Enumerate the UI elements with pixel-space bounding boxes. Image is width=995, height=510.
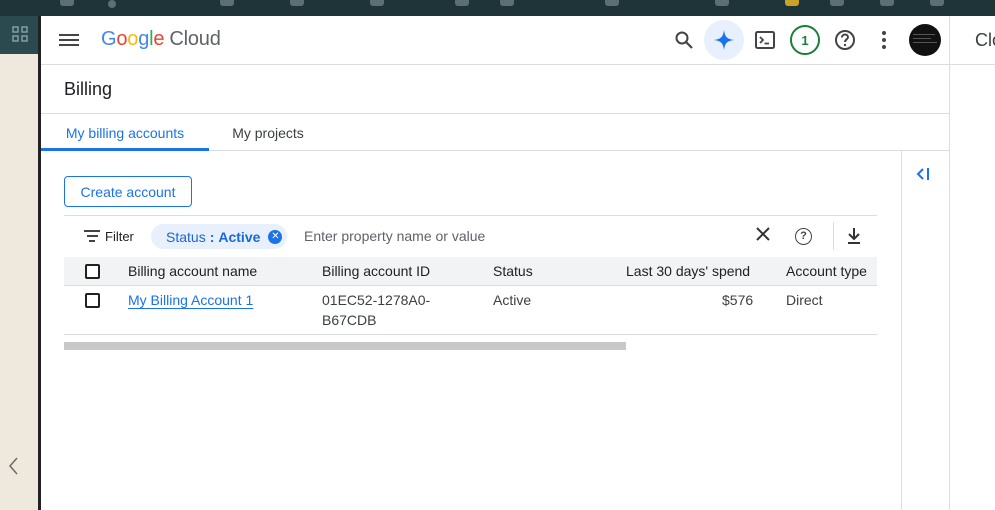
logo-letter: G [101, 28, 117, 50]
tab-stub [290, 0, 304, 6]
filter-label[interactable]: Filter [105, 229, 134, 244]
chip-separator: : [209, 228, 215, 245]
filter-icon[interactable] [84, 230, 100, 242]
tab-stub [108, 0, 116, 8]
tab-stub [60, 0, 74, 6]
tab-stub [220, 0, 234, 6]
search-icon[interactable] [668, 24, 700, 56]
tab-stub [880, 0, 894, 6]
adjacent-window: Clo [949, 16, 995, 510]
tab-stub [455, 0, 469, 6]
notification-badge[interactable]: 1 [789, 24, 821, 56]
column-header-spend[interactable]: Last 30 days' spend [626, 263, 750, 279]
google-cloud-logo[interactable]: Google Cloud [101, 28, 221, 51]
row-checkbox[interactable] [85, 293, 100, 308]
billing-account-link[interactable]: My Billing Account 1 [128, 292, 253, 308]
tab-stub [500, 0, 514, 6]
filter-input[interactable] [304, 228, 724, 244]
more-vert-icon[interactable] [868, 24, 900, 56]
tab-stub [715, 0, 729, 6]
chip-value: Active [218, 228, 261, 245]
select-all-checkbox[interactable] [85, 264, 100, 279]
status-filter-chip[interactable]: Status : Active ✕ [151, 224, 288, 249]
chip-key: Status [166, 228, 206, 245]
left-strip-header [0, 16, 40, 54]
tab-stub [785, 0, 799, 6]
chip-remove-icon[interactable]: ✕ [268, 229, 283, 244]
download-icon[interactable] [845, 226, 863, 246]
avatar[interactable] [909, 24, 941, 56]
tab-bar: My billing accounts My projects [41, 114, 949, 151]
clear-filter-icon[interactable] [755, 225, 771, 248]
logo-letter: g [138, 28, 150, 50]
menu-icon[interactable] [59, 31, 79, 49]
tab-my-billing-accounts[interactable]: My billing accounts [41, 114, 209, 151]
console-header: Google Cloud 1 [41, 16, 949, 65]
logo-cloud-word: Cloud [169, 28, 221, 50]
column-header-name[interactable]: Billing account name [128, 263, 257, 279]
tab-stub [930, 0, 944, 6]
billing-account-id: 01EC52-1278A0- B67CDB [322, 290, 430, 330]
left-window-strip [0, 16, 40, 510]
filter-help-icon[interactable]: ? [795, 228, 812, 245]
collapse-panel-icon[interactable] [916, 167, 932, 185]
terminal-icon[interactable] [749, 24, 781, 56]
divider [833, 222, 834, 250]
help-icon[interactable] [829, 24, 861, 56]
browser-top-bar [0, 0, 995, 16]
tab-stub [830, 0, 844, 6]
divider [950, 64, 995, 65]
table-row: My Billing Account 1 01EC52-1278A0- B67C… [64, 286, 877, 335]
column-header-id[interactable]: Billing account ID [322, 263, 430, 279]
id-line: B67CDB [322, 312, 377, 328]
account-type-value: Direct [786, 292, 823, 308]
cloud-console-window: Google Cloud 1 Billing My billing account… [41, 16, 949, 510]
tab-stub [370, 0, 384, 6]
column-header-type[interactable]: Account type [786, 263, 867, 279]
logo-letter: e [153, 28, 165, 50]
id-line: 01EC52-1278A0- [322, 292, 431, 308]
logo-letter: o [127, 28, 139, 50]
filter-bar: Filter Status : Active ✕ ? [64, 215, 877, 257]
horizontal-scrollbar[interactable] [64, 342, 626, 350]
tab-my-projects[interactable]: My projects [209, 114, 327, 151]
chevron-left-icon[interactable] [8, 456, 24, 480]
gemini-icon[interactable] [704, 20, 744, 60]
status-value: Active [493, 292, 532, 308]
logo-letter: o [116, 28, 128, 50]
create-account-button[interactable]: Create account [64, 176, 192, 207]
page-title: Billing [64, 79, 113, 99]
notification-count: 1 [790, 25, 820, 55]
apps-grid-icon[interactable] [12, 26, 28, 42]
page-title-bar: Billing [41, 65, 949, 114]
adjacent-window-title: Clo [975, 30, 995, 50]
column-header-status[interactable]: Status [493, 263, 533, 279]
spend-value: $576 [722, 292, 754, 308]
side-panel [901, 151, 949, 510]
table-header: Billing account name Billing account ID … [64, 257, 877, 286]
tab-stub [605, 0, 619, 6]
